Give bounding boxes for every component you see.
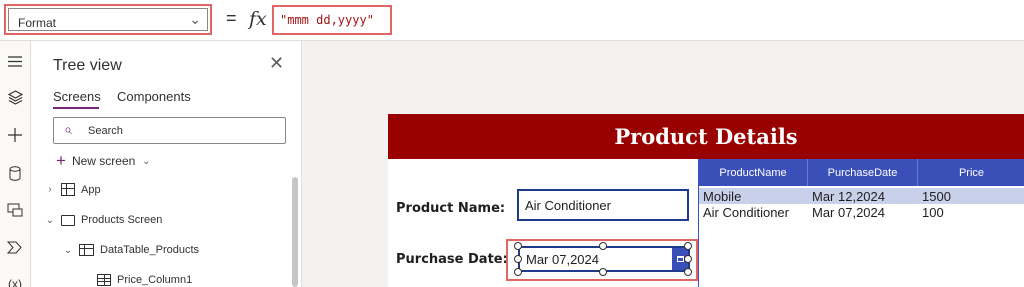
tree-view-panel: Tree view ✕ Screens Components ⌕ Search … bbox=[31, 41, 302, 287]
resize-handle[interactable] bbox=[684, 242, 692, 250]
product-name-label: Product Name: bbox=[396, 201, 506, 216]
table-row[interactable]: Air Conditioner Mar 07,2024 100 bbox=[699, 204, 1024, 220]
media-icon[interactable] bbox=[4, 199, 26, 221]
tree-item-label: Products Screen bbox=[81, 214, 163, 226]
tab-screens[interactable]: Screens bbox=[53, 89, 101, 104]
chevron-down-icon: ⌄ bbox=[189, 11, 201, 27]
product-name-value: Air Conditioner bbox=[525, 198, 611, 213]
app-canvas: Product Details Product Name: Air Condit… bbox=[388, 114, 1024, 287]
layers-icon[interactable] bbox=[4, 86, 26, 108]
tree-item-label: Price_Column1 bbox=[117, 274, 193, 286]
purchase-date-value: Mar 07,2024 bbox=[526, 252, 599, 267]
resize-handle[interactable] bbox=[599, 242, 607, 250]
resize-handle[interactable] bbox=[684, 255, 692, 263]
cell-price: 100 bbox=[922, 205, 944, 220]
new-screen-label: New screen bbox=[71, 154, 136, 168]
property-dropdown-value: Format bbox=[18, 16, 57, 30]
fx-icon[interactable]: fx bbox=[249, 8, 267, 30]
cell-purchasedate: Mar 12,2024 bbox=[812, 189, 885, 204]
database-icon[interactable] bbox=[4, 162, 26, 184]
table-header: ProductName PurchaseDate Price bbox=[699, 159, 1024, 186]
formula-text: "mmm dd,yyyy" bbox=[280, 13, 374, 27]
property-dropdown[interactable]: Format ⌄ bbox=[8, 8, 208, 31]
tree-item-price-column1[interactable]: Price_Column1 bbox=[97, 274, 192, 286]
power-automate-icon[interactable] bbox=[4, 236, 26, 258]
app-icon bbox=[61, 183, 75, 196]
chevron-down-icon: ⌄ bbox=[45, 214, 55, 226]
tree-item-datatable-products[interactable]: ⌄ DataTable_Products bbox=[63, 244, 199, 256]
page-title: Product Details bbox=[614, 124, 798, 149]
tree-item-label: DataTable_Products bbox=[100, 244, 200, 256]
left-rail: (x) bbox=[0, 41, 31, 287]
cell-productname: Mobile bbox=[703, 189, 742, 204]
active-tab-indicator bbox=[53, 107, 99, 109]
resize-handle[interactable] bbox=[599, 268, 607, 276]
cell-purchasedate: Mar 07,2024 bbox=[812, 205, 885, 220]
chevron-right-icon: › bbox=[48, 184, 52, 195]
table-icon bbox=[79, 244, 94, 256]
purchase-date-label: Purchase Date: bbox=[396, 252, 508, 267]
search-icon: ⌕ bbox=[64, 121, 72, 137]
chevron-down-icon: ⌄ bbox=[142, 155, 151, 167]
property-dropdown-highlight: Format ⌄ bbox=[4, 4, 212, 35]
equals-sign: = bbox=[226, 8, 237, 28]
column-header-productname[interactable]: ProductName bbox=[699, 159, 808, 186]
search-input[interactable]: ⌕ Search bbox=[53, 117, 286, 144]
tree-item-label: App bbox=[81, 183, 101, 196]
resize-handle[interactable] bbox=[514, 268, 522, 276]
column-header-purchasedate[interactable]: PurchaseDate bbox=[808, 159, 918, 186]
table-row[interactable]: Mobile Mar 12,2024 1500 bbox=[699, 188, 1024, 204]
chevron-down-icon: ⌄ bbox=[63, 244, 73, 256]
resize-handle[interactable] bbox=[684, 268, 692, 276]
product-name-input[interactable]: Air Conditioner bbox=[517, 189, 689, 221]
screen-icon bbox=[61, 214, 75, 226]
plus-icon[interactable] bbox=[4, 124, 26, 146]
formula-input[interactable]: "mmm dd,yyyy" bbox=[272, 5, 392, 35]
resize-handle[interactable] bbox=[514, 255, 522, 263]
tree-view-title: Tree view bbox=[53, 57, 122, 74]
resize-handle[interactable] bbox=[514, 242, 522, 250]
plus-icon: + bbox=[56, 151, 66, 170]
tree-item-app[interactable]: › App bbox=[45, 183, 101, 196]
variables-icon[interactable]: (x) bbox=[4, 273, 26, 287]
tree-scrollbar[interactable] bbox=[292, 177, 298, 287]
tab-components[interactable]: Components bbox=[117, 89, 191, 104]
column-header-price[interactable]: Price bbox=[918, 159, 1024, 186]
cell-price: 1500 bbox=[922, 189, 951, 204]
close-icon[interactable]: ✕ bbox=[269, 53, 284, 74]
tree-item-products-screen[interactable]: ⌄ Products Screen bbox=[45, 214, 163, 226]
header-bar: Product Details bbox=[388, 114, 1024, 159]
formula-bar: Format ⌄ = fx "mmm dd,yyyy" bbox=[0, 0, 1024, 41]
products-data-table[interactable]: ProductName PurchaseDate Price Mobile Ma… bbox=[698, 159, 1024, 287]
search-placeholder: Search bbox=[88, 125, 123, 137]
cell-productname: Air Conditioner bbox=[703, 205, 789, 220]
hamburger-menu-icon[interactable] bbox=[4, 50, 26, 72]
new-screen-button[interactable]: + New screen ⌄ bbox=[56, 151, 151, 171]
column-icon bbox=[97, 274, 111, 286]
